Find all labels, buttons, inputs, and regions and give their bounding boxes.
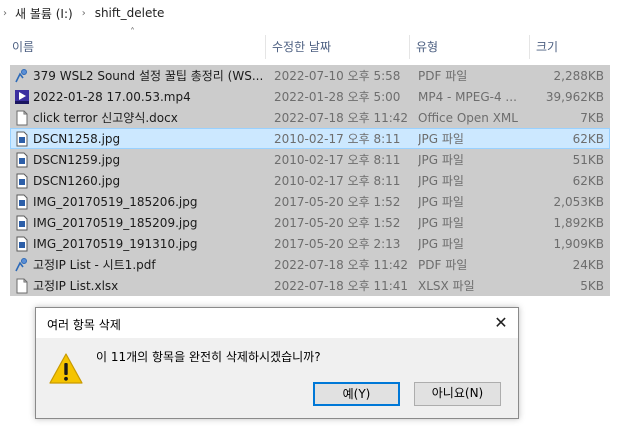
file-date: 2022-07-18 오후 11:41 <box>274 279 409 293</box>
file-name: IMG_20170519_185209.jpg <box>33 216 198 230</box>
file-type: JPG 파일 <box>418 216 464 230</box>
breadcrumb-folder[interactable]: shift_delete <box>95 6 165 20</box>
image-icon <box>14 215 30 231</box>
breadcrumb: › 새 볼륨 (I:) › shift_delete <box>0 0 619 26</box>
file-type: Office Open XML ... <box>418 111 518 125</box>
document-icon <box>14 278 30 294</box>
file-name: DSCN1259.jpg <box>33 153 121 167</box>
file-type: JPG 파일 <box>418 132 464 146</box>
file-row[interactable]: click terror 신고양식.docx 2022-07-18 오후 11:4… <box>10 107 610 128</box>
file-name: IMG_20170519_191310.jpg <box>33 237 198 251</box>
file-date: 2010-02-17 오후 8:11 <box>274 153 401 167</box>
file-name: 고정IP List - 시트1.pdf <box>33 258 156 272</box>
document-icon <box>14 110 30 126</box>
file-row[interactable]: IMG_20170519_185209.jpg 2017-05-20 오후 1:5… <box>10 212 610 233</box>
column-header-name[interactable]: 이름 <box>6 35 266 59</box>
pdf-icon <box>14 68 30 84</box>
file-list: 379 WSL2 Sound 설정 꿀팁 총정리 (WS... 2022-07-1… <box>10 65 610 296</box>
file-name: DSCN1260.jpg <box>33 174 121 188</box>
column-header: 이름 수정한 날짜 유형 크기 <box>0 35 619 59</box>
file-row[interactable]: 2022-01-28 17.00.53.mp4 2022-01-28 오후 5:0… <box>10 86 610 107</box>
column-header-date[interactable]: 수정한 날짜 <box>266 35 410 59</box>
column-header-type[interactable]: 유형 <box>410 35 530 59</box>
file-size: 62KB <box>572 174 604 188</box>
file-date: 2022-07-10 오후 5:58 <box>274 69 401 83</box>
file-date: 2017-05-20 오후 2:13 <box>274 237 401 251</box>
file-type: MP4 - MPEG-4 ... <box>418 90 517 104</box>
image-icon <box>14 152 30 168</box>
file-row[interactable]: DSCN1259.jpg 2010-02-17 오후 8:11 JPG 파일 51KB <box>10 149 610 170</box>
file-name: 379 WSL2 Sound 설정 꿀팁 총정리 (WS... <box>33 69 264 83</box>
file-name: IMG_20170519_185206.jpg <box>33 195 198 209</box>
file-name: DSCN1258.jpg <box>33 132 121 146</box>
file-name: 고정IP List.xlsx <box>33 279 119 293</box>
image-icon <box>14 194 30 210</box>
delete-confirm-dialog: 여러 항목 삭제 ✕ 이 11개의 항목을 완전히 삭제하시겠습니까? 예(Y)… <box>35 307 519 419</box>
dialog-titlebar[interactable]: 여러 항목 삭제 ✕ <box>36 308 518 338</box>
yes-button[interactable]: 예(Y) <box>313 382 400 406</box>
file-size: 24KB <box>572 258 604 272</box>
file-name: click terror 신고양식.docx <box>33 111 178 125</box>
breadcrumb-drive[interactable]: 새 볼륨 (I:) <box>15 5 73 22</box>
file-type: JPG 파일 <box>418 153 464 167</box>
file-date: 2022-07-18 오후 11:42 <box>274 258 409 272</box>
file-date: 2017-05-20 오후 1:52 <box>274 216 401 230</box>
file-type: JPG 파일 <box>418 174 464 188</box>
file-date: 2022-07-18 오후 11:42 <box>274 111 409 125</box>
file-row[interactable]: 고정IP List.xlsx 2022-07-18 오후 11:41 XLSX 파일… <box>10 275 610 296</box>
file-type: JPG 파일 <box>418 237 464 251</box>
file-size: 1,909KB <box>553 237 604 251</box>
file-row[interactable]: 379 WSL2 Sound 설정 꿀팁 총정리 (WS... 2022-07-1… <box>10 65 610 86</box>
file-type: PDF 파일 <box>418 69 468 83</box>
file-type: JPG 파일 <box>418 195 464 209</box>
dialog-message: 이 11개의 항목을 완전히 삭제하시겠습니까? <box>96 350 321 364</box>
video-icon <box>14 89 30 105</box>
file-size: 2,288KB <box>553 69 604 83</box>
column-header-size[interactable]: 크기 <box>530 35 610 59</box>
file-row[interactable]: DSCN1258.jpg 2010-02-17 오후 8:11 JPG 파일 62KB <box>10 128 610 149</box>
dialog-body: 이 11개의 항목을 완전히 삭제하시겠습니까? 예(Y) 아니요(N) <box>36 338 518 418</box>
no-button[interactable]: 아니요(N) <box>414 382 501 406</box>
pdf-icon <box>14 257 30 273</box>
file-size: 5KB <box>580 279 604 293</box>
file-name: 2022-01-28 17.00.53.mp4 <box>33 90 191 104</box>
file-type: PDF 파일 <box>418 258 468 272</box>
file-date: 2022-01-28 오후 5:00 <box>274 90 401 104</box>
image-icon <box>14 131 30 147</box>
chevron-right-icon[interactable]: › <box>3 8 7 19</box>
file-date: 2010-02-17 오후 8:11 <box>274 132 401 146</box>
file-size: 39,962KB <box>545 90 604 104</box>
file-size: 2,053KB <box>553 195 604 209</box>
image-icon <box>14 236 30 252</box>
file-size: 7KB <box>580 111 604 125</box>
file-row[interactable]: 고정IP List - 시트1.pdf 2022-07-18 오후 11:42 PD… <box>10 254 610 275</box>
chevron-right-icon[interactable]: › <box>82 8 86 19</box>
file-date: 2010-02-17 오후 8:11 <box>274 174 401 188</box>
image-icon <box>14 173 30 189</box>
file-row[interactable]: IMG_20170519_191310.jpg 2017-05-20 오후 2:1… <box>10 233 610 254</box>
file-size: 62KB <box>572 132 604 146</box>
close-icon[interactable]: ✕ <box>492 314 510 332</box>
file-type: XLSX 파일 <box>418 279 475 293</box>
file-size: 1,892KB <box>553 216 604 230</box>
file-row[interactable]: IMG_20170519_185206.jpg 2017-05-20 오후 1:5… <box>10 191 610 212</box>
file-size: 51KB <box>572 153 604 167</box>
file-date: 2017-05-20 오후 1:52 <box>274 195 401 209</box>
dialog-title: 여러 항목 삭제 <box>47 318 121 332</box>
file-row[interactable]: DSCN1260.jpg 2010-02-17 오후 8:11 JPG 파일 62KB <box>10 170 610 191</box>
warning-icon <box>49 353 83 384</box>
